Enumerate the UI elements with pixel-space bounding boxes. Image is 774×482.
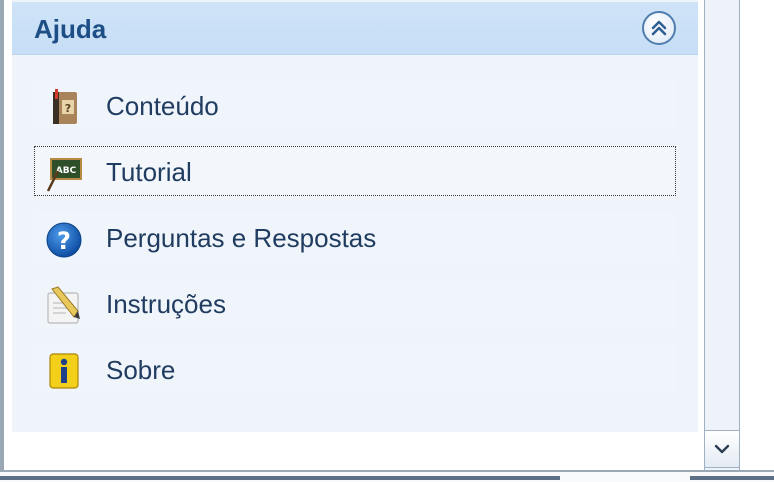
svg-text:?: ?: [65, 102, 71, 115]
scroll-down-button[interactable]: [704, 430, 740, 468]
window-left-border: [0, 0, 4, 470]
chalkboard-abc-icon: ABC: [46, 158, 82, 192]
panel-title: Ajuda: [34, 14, 107, 44]
status-strip-segment: [690, 476, 774, 480]
info-icon: [49, 353, 79, 389]
menu-item-label: Conteúdo: [106, 91, 219, 121]
menu-item-sobre[interactable]: Sobre: [34, 344, 676, 394]
menu-item-label: Perguntas e Respostas: [106, 223, 377, 253]
panel-header[interactable]: Ajuda: [12, 2, 698, 55]
vertical-scrollbar[interactable]: [704, 0, 740, 470]
menu-item-instrucoes[interactable]: Instruções: [34, 278, 676, 328]
document-pencil-icon: [47, 286, 80, 324]
menu-item-label: Tutorial: [106, 157, 192, 187]
window: Ajuda ? Conteúdo ABC Tutorial ? Pergunta…: [0, 0, 774, 482]
svg-text:?: ?: [57, 227, 71, 255]
menu-item-perguntas-respostas[interactable]: ? Perguntas e Respostas: [34, 212, 676, 262]
help-panel: Ajuda ? Conteúdo ABC Tutorial ? Pergunta…: [12, 0, 698, 432]
status-strip-segment: [0, 476, 560, 480]
collapse-button[interactable]: [642, 11, 676, 45]
menu-item-tutorial[interactable]: ABC Tutorial: [34, 146, 676, 196]
question-mark-icon: ?: [46, 222, 82, 258]
svg-text:ABC: ABC: [56, 166, 77, 176]
double-chevron-up-icon: [651, 20, 667, 36]
menu-item-label: Sobre: [106, 355, 176, 385]
help-book-icon: ?: [53, 89, 77, 124]
chevron-down-icon: [714, 444, 730, 454]
menu-item-conteudo[interactable]: ? Conteúdo: [34, 80, 676, 130]
menu-item-label: Instruções: [106, 289, 226, 319]
panel-bottom-area: [12, 432, 698, 470]
status-strip: [0, 472, 774, 482]
